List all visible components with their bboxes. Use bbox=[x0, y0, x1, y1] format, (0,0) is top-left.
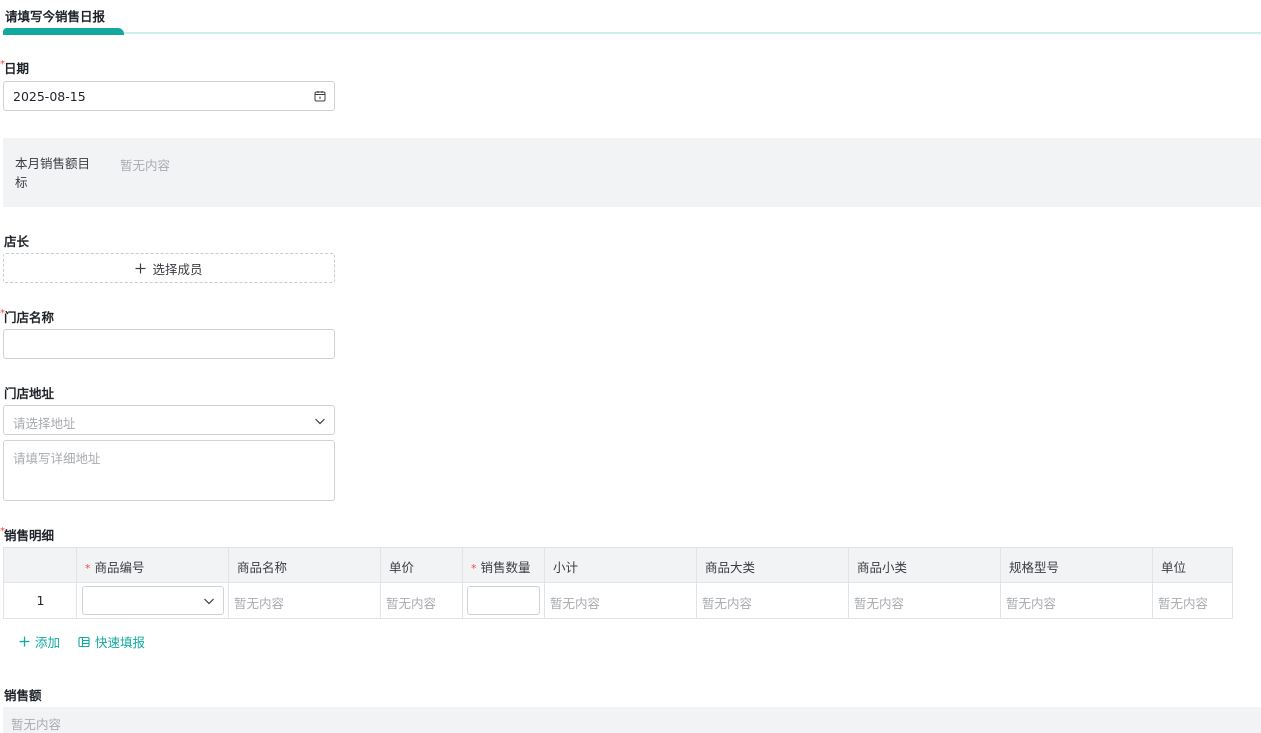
header-cell-spec: 规格型号 bbox=[1001, 548, 1153, 582]
active-tab-indicator bbox=[3, 28, 124, 35]
plus-icon bbox=[19, 636, 30, 647]
monthly-target-label: 本月销售额目标 bbox=[15, 156, 91, 190]
quick-fill-icon bbox=[78, 636, 90, 647]
store-address-label: 门店地址 bbox=[4, 386, 55, 401]
date-input[interactable]: 2025-08-15 bbox=[3, 81, 335, 111]
address-detail-textarea[interactable]: 请填写详细地址 bbox=[3, 440, 335, 501]
address-select-placeholder: 请选择地址 bbox=[13, 416, 76, 431]
store-name-input[interactable] bbox=[3, 329, 335, 359]
header-cell-unit-price: 单价 bbox=[381, 548, 463, 582]
product-name-cell: 暂无内容 bbox=[229, 583, 381, 618]
address-detail-placeholder: 请填写详细地址 bbox=[13, 451, 101, 466]
product-code-select[interactable] bbox=[82, 586, 224, 615]
sales-detail-label: 销售明细 bbox=[4, 528, 55, 543]
header-cell-quantity: * 销售数量 bbox=[463, 548, 545, 582]
manager-label: 店长 bbox=[4, 234, 30, 249]
quick-fill-button[interactable]: 快速填报 bbox=[78, 632, 145, 651]
table-actions: 添加 快速填报 bbox=[19, 632, 145, 651]
header-divider bbox=[124, 32, 1261, 34]
chevron-down-icon bbox=[315, 418, 325, 425]
unit-price-cell: 暂无内容 bbox=[381, 583, 463, 618]
header-cell-subcategory: 商品小类 bbox=[849, 548, 1001, 582]
chevron-down-icon bbox=[204, 598, 214, 605]
sales-amount-field: 暂无内容 bbox=[3, 707, 1261, 733]
row-index: 1 bbox=[36, 593, 45, 608]
store-name-label: 门店名称 bbox=[4, 310, 55, 325]
table-header: * 商品编号 商品名称 单价 * 销售数量 小计 商品大类 商品小类 规格型号 单位 bbox=[4, 548, 1232, 583]
category-cell: 暂无内容 bbox=[697, 583, 849, 618]
sales-detail-table: * 商品编号 商品名称 单价 * 销售数量 小计 商品大类 商品小类 规格型号 单位… bbox=[3, 547, 1233, 619]
plus-icon bbox=[135, 263, 146, 273]
sales-amount-label: 销售额 bbox=[4, 688, 42, 703]
unit-cell: 暂无内容 bbox=[1158, 596, 1209, 611]
subtotal-cell: 暂无内容 bbox=[545, 583, 697, 618]
product-code-cell bbox=[77, 583, 229, 618]
monthly-target-field: 本月销售额目标 暂无内容 bbox=[3, 138, 1261, 207]
date-value: 2025-08-15 bbox=[13, 89, 86, 104]
calendar-icon[interactable] bbox=[314, 90, 326, 102]
form-title: 请填写今销售日报 bbox=[5, 9, 106, 24]
header-cell-product-code: * 商品编号 bbox=[77, 548, 229, 582]
add-row-button[interactable]: 添加 bbox=[19, 632, 60, 651]
subcategory-cell: 暂无内容 bbox=[849, 583, 1001, 618]
select-member-label: 选择成员 bbox=[152, 261, 203, 277]
form-header: 请填写今销售日报 bbox=[0, 0, 1261, 36]
spec-cell: 暂无内容 bbox=[1001, 583, 1153, 618]
quantity-cell bbox=[463, 583, 545, 618]
table-row: 1 暂无内容 暂无内容 暂无内容 暂无内容 暂无内容 暂无内容 暂无内容 bbox=[4, 583, 1232, 618]
sales-amount-value: 暂无内容 bbox=[11, 717, 62, 732]
quantity-input[interactable] bbox=[467, 586, 540, 615]
header-cell-product-name: 商品名称 bbox=[229, 548, 381, 582]
date-label: 日期 bbox=[4, 61, 30, 76]
select-member-button[interactable]: 选择成员 bbox=[3, 253, 335, 283]
header-cell-subtotal: 小计 bbox=[545, 548, 697, 582]
header-cell-unit: 单位 bbox=[1161, 560, 1187, 575]
address-select[interactable]: 请选择地址 bbox=[3, 405, 335, 435]
monthly-target-value: 暂无内容 bbox=[120, 158, 171, 173]
row-index-cell: 1 bbox=[4, 583, 77, 618]
header-cell-index bbox=[4, 548, 77, 582]
header-cell-category: 商品大类 bbox=[697, 548, 849, 582]
